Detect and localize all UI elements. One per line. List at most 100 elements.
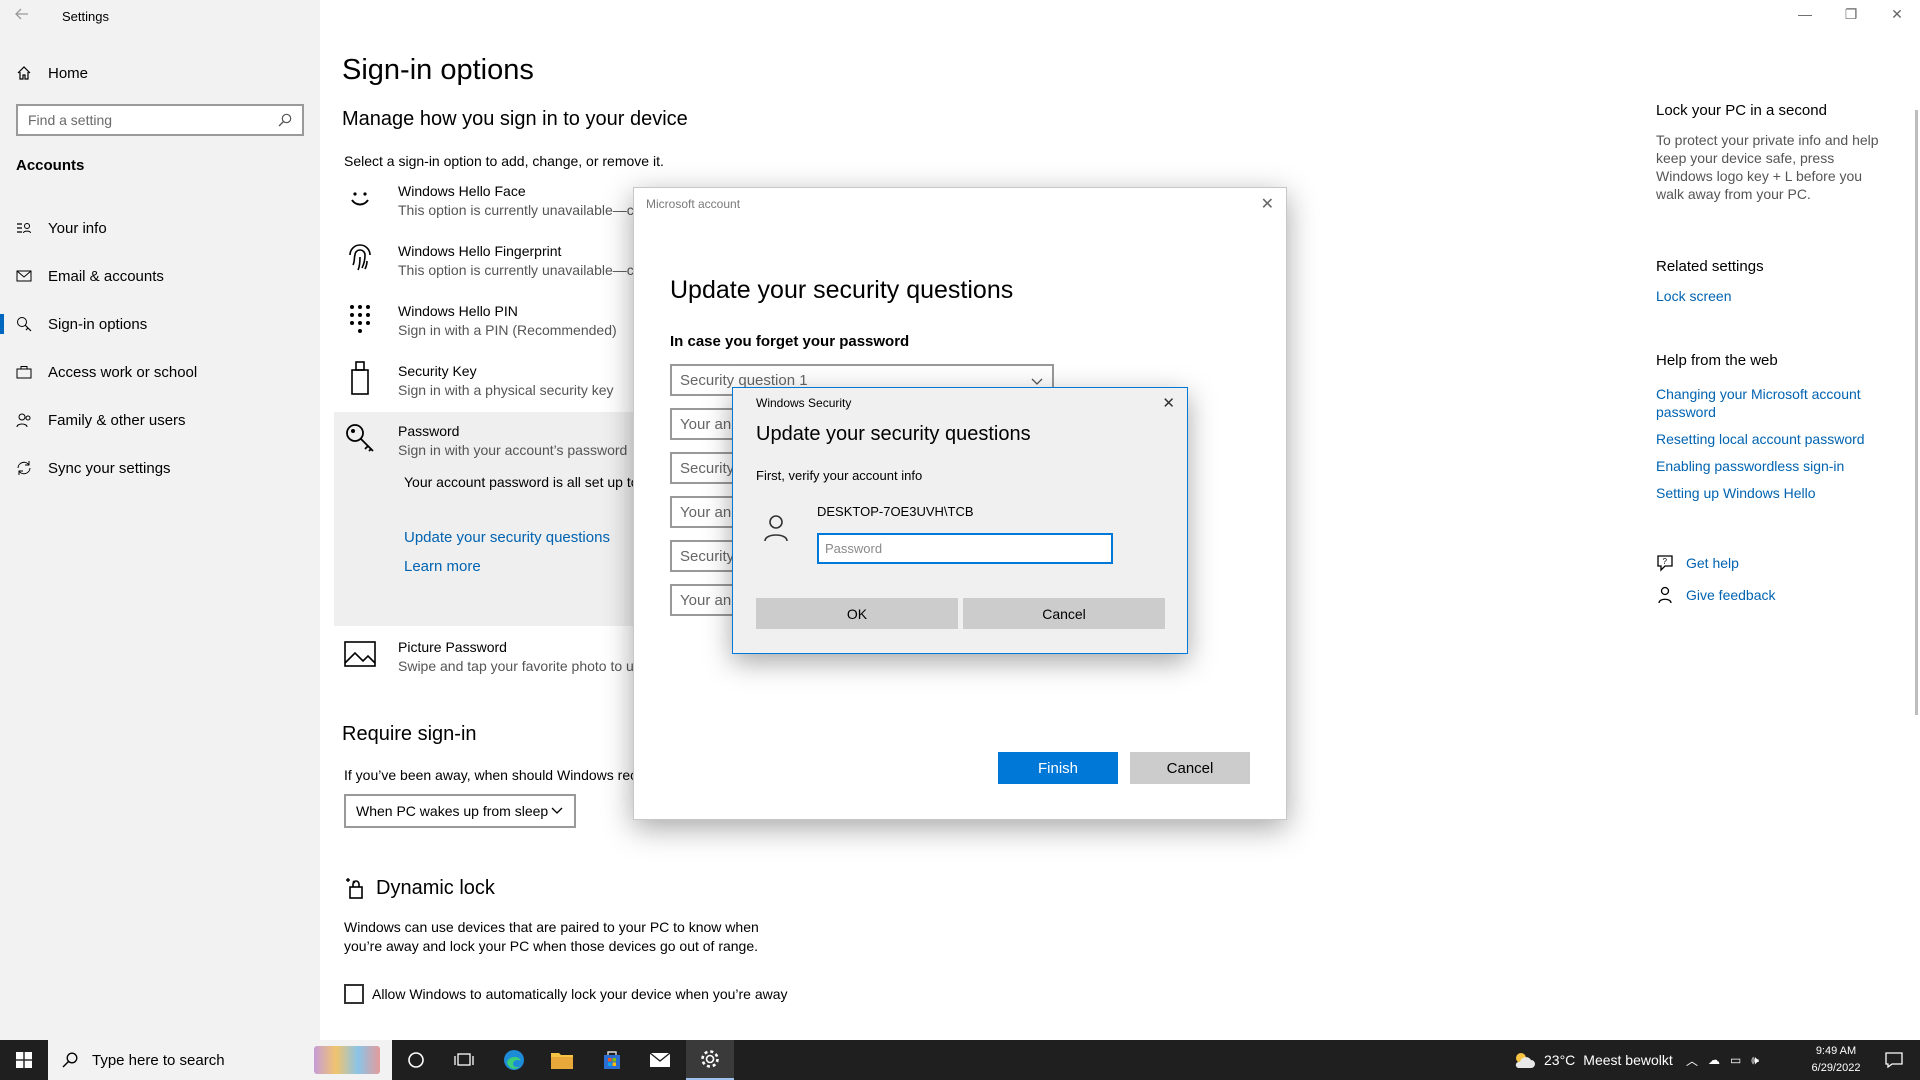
contact-card-icon bbox=[17, 223, 31, 234]
page-scrollbar[interactable] bbox=[1915, 110, 1918, 715]
support-panel: ? Get help Give feedback bbox=[1656, 552, 1886, 616]
file-explorer-icon[interactable] bbox=[538, 1040, 586, 1080]
sign-in-hint: Select a sign-in option to add, change, … bbox=[344, 153, 664, 169]
cortana-icon[interactable] bbox=[392, 1040, 440, 1080]
fingerprint-icon bbox=[344, 242, 376, 274]
close-icon[interactable]: ✕ bbox=[1162, 394, 1175, 412]
related-settings-panel: Related settings Lock screen bbox=[1656, 258, 1886, 314]
give-feedback-label: Give feedback bbox=[1686, 587, 1776, 603]
lock-pc-title: Lock your PC in a second bbox=[1656, 102, 1827, 119]
sidebar-home[interactable]: Home bbox=[16, 62, 88, 84]
update-security-questions-link[interactable]: Update your security questions bbox=[404, 529, 610, 546]
settings-app-icon[interactable] bbox=[686, 1040, 734, 1080]
close-window-button[interactable]: ✕ bbox=[1874, 6, 1920, 26]
help-link[interactable]: Resetting local account password bbox=[1656, 430, 1886, 448]
task-view-icon[interactable] bbox=[440, 1040, 488, 1080]
weather-cloud-icon bbox=[1515, 1053, 1535, 1068]
system-tray: ︿ ☁ ▭ 🕪 bbox=[1686, 1040, 1759, 1080]
checkbox-box[interactable] bbox=[344, 984, 364, 1004]
sidebar-item-your-info[interactable]: Your info bbox=[0, 204, 320, 252]
field-value: Security bbox=[680, 459, 735, 477]
option-title: Windows Hello Fingerprint bbox=[398, 243, 562, 259]
search-icon bbox=[62, 1052, 78, 1068]
require-sign-in-dropdown[interactable]: When PC wakes up from sleep bbox=[344, 794, 576, 828]
volume-icon[interactable]: 🕪 bbox=[1751, 1053, 1759, 1068]
option-desc: Sign in with a physical security key bbox=[398, 382, 614, 398]
option-hello-pin[interactable]: Windows Hello PIN Sign in with a PIN (Rec… bbox=[344, 302, 617, 340]
password-key-icon bbox=[344, 422, 376, 454]
svg-text:?: ? bbox=[1663, 557, 1668, 566]
onedrive-icon[interactable]: ☁ bbox=[1708, 1053, 1720, 1067]
picture-icon bbox=[344, 638, 376, 670]
give-feedback-link[interactable]: Give feedback bbox=[1656, 584, 1886, 606]
mail-icon bbox=[16, 270, 32, 282]
learn-more-link[interactable]: Learn more bbox=[404, 558, 481, 575]
sidebar-section-accounts: Accounts bbox=[16, 157, 85, 174]
option-password[interactable]: Password Sign in with your account’s pass… bbox=[344, 422, 627, 460]
sidebar-item-label: Sign-in options bbox=[48, 315, 148, 333]
lock-screen-link[interactable]: Lock screen bbox=[1656, 287, 1886, 305]
restore-button[interactable]: ❐ bbox=[1828, 6, 1874, 26]
back-arrow-icon[interactable] bbox=[14, 6, 36, 28]
dialog-heading: Update your security questions bbox=[756, 423, 1031, 445]
sidebar-item-sync[interactable]: Sync your settings bbox=[0, 444, 320, 492]
notifications-icon[interactable] bbox=[1874, 1040, 1914, 1080]
option-title: Picture Password bbox=[398, 639, 507, 655]
dialog-subheading: First, verify your account info bbox=[756, 468, 923, 483]
edge-browser-icon[interactable] bbox=[490, 1040, 538, 1080]
field-value: Security question 1 bbox=[680, 371, 808, 389]
chevron-down-icon bbox=[1031, 378, 1043, 385]
option-title: Password bbox=[398, 423, 460, 439]
cancel-button[interactable]: Cancel bbox=[963, 598, 1165, 629]
weather-widget[interactable]: 23°C Meest bewolkt bbox=[1512, 1040, 1673, 1080]
chevron-down-icon bbox=[551, 807, 563, 814]
field-value: Security bbox=[680, 547, 735, 565]
pin-keypad-icon bbox=[344, 302, 376, 334]
field-value: Your an bbox=[680, 415, 732, 433]
find-setting-search[interactable] bbox=[16, 104, 304, 136]
finish-button[interactable]: Finish bbox=[998, 752, 1118, 784]
chevron-up-icon[interactable]: ︿ bbox=[1686, 1052, 1698, 1069]
option-desc: Sign in with a PIN (Recommended) bbox=[398, 322, 617, 338]
option-hello-fingerprint[interactable]: Windows Hello Fingerprint This option is … bbox=[344, 242, 640, 280]
taskbar-clock[interactable]: 9:49 AM 6/29/2022 bbox=[1800, 1043, 1872, 1077]
dynamic-lock-checkbox[interactable]: Allow Windows to automatically lock your… bbox=[344, 984, 788, 1004]
start-button[interactable] bbox=[0, 1040, 48, 1080]
lock-pc-panel: Lock your PC in a second To protect your… bbox=[1656, 102, 1886, 203]
sidebar-item-label: Access work or school bbox=[48, 363, 198, 381]
cancel-button[interactable]: Cancel bbox=[1130, 752, 1250, 784]
sidebar-item-access-work[interactable]: Access work or school bbox=[0, 348, 320, 396]
option-desc: This option is currently unavailable—cli bbox=[398, 202, 640, 218]
face-icon bbox=[344, 182, 376, 214]
dynamic-lock-icon bbox=[346, 878, 363, 899]
microsoft-store-icon[interactable] bbox=[588, 1040, 636, 1080]
sidebar-item-sign-in-options[interactable]: Sign-in options bbox=[0, 300, 320, 348]
get-help-link[interactable]: ? Get help bbox=[1656, 552, 1886, 574]
dynamic-lock-title: Dynamic lock bbox=[376, 876, 495, 899]
mail-app-icon[interactable] bbox=[636, 1040, 684, 1080]
field-value: Your an bbox=[680, 503, 732, 521]
minimize-button[interactable]: — bbox=[1782, 6, 1828, 26]
option-desc: Swipe and tap your favorite photo to ur bbox=[398, 658, 639, 674]
ok-button[interactable]: OK bbox=[756, 598, 958, 629]
search-icon[interactable] bbox=[278, 113, 292, 127]
taskbar-search[interactable]: Type here to search bbox=[48, 1040, 392, 1080]
related-settings-title: Related settings bbox=[1656, 258, 1764, 275]
sidebar-item-family[interactable]: Family & other users bbox=[0, 396, 320, 444]
sidebar-item-email-accounts[interactable]: Email & accounts bbox=[0, 252, 320, 300]
help-link[interactable]: Enabling passwordless sign-in bbox=[1656, 457, 1886, 475]
weather-desc: Meest bewolkt bbox=[1583, 1052, 1673, 1068]
network-icon[interactable]: ▭ bbox=[1730, 1053, 1741, 1067]
help-link[interactable]: Changing your Microsoft account password bbox=[1656, 385, 1886, 421]
option-picture-password[interactable]: Picture Password Swipe and tap your favor… bbox=[344, 638, 638, 676]
search-input[interactable] bbox=[28, 112, 278, 128]
help-link[interactable]: Setting up Windows Hello bbox=[1656, 484, 1886, 502]
option-security-key[interactable]: Security Key Sign in with a physical secu… bbox=[344, 361, 614, 400]
account-name: DESKTOP-7OE3UVH\TCB bbox=[817, 504, 974, 519]
option-hello-face[interactable]: Windows Hello Face This option is current… bbox=[344, 182, 640, 220]
password-input[interactable] bbox=[817, 533, 1113, 564]
usb-key-icon bbox=[344, 361, 376, 395]
close-icon[interactable]: ✕ bbox=[1261, 194, 1274, 214]
app-title: Settings bbox=[62, 9, 109, 24]
dropdown-value: When PC wakes up from sleep bbox=[356, 803, 549, 819]
